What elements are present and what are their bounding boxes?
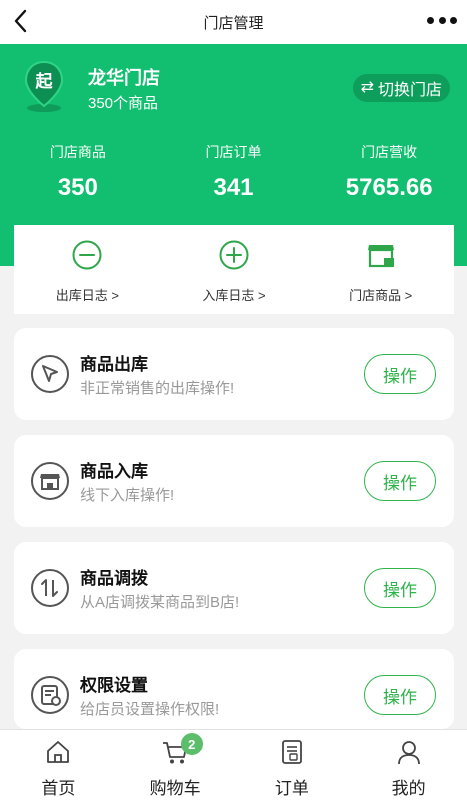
- stat-orders[interactable]: 门店订单 341: [156, 140, 312, 202]
- bottom-tabbar: 首页 2 购物车 订单 我的: [0, 729, 467, 800]
- tab-home[interactable]: 首页: [0, 730, 117, 800]
- switch-store-button[interactable]: ⇄ 切换门店: [352, 74, 450, 102]
- cart-badge: 2: [180, 733, 203, 755]
- action-desc: 非正常销售的出库操作!: [80, 380, 235, 397]
- more-dots-icon[interactable]: [427, 10, 457, 30]
- top-navbar: 门店管理: [0, 0, 467, 44]
- action-desc: 线下入库操作!: [80, 487, 175, 504]
- logo-text: 起: [35, 71, 54, 92]
- inbound-log-link[interactable]: 入库日志 >: [161, 225, 308, 314]
- store-stats: 门店商品 350 门店订单 341 门店营收 5765.66: [0, 140, 467, 202]
- stat-label: 门店营收: [361, 144, 418, 160]
- operate-button[interactable]: 操作: [364, 568, 436, 608]
- minus-circle-icon: [72, 240, 102, 270]
- shop-icon: [367, 245, 394, 268]
- home-icon: [47, 741, 70, 763]
- tab-label: 我的: [391, 779, 426, 798]
- operate-button[interactable]: 操作: [364, 461, 436, 501]
- stat-value: 5765.66: [345, 174, 433, 201]
- stat-value: 350: [57, 174, 98, 201]
- tab-label: 首页: [41, 779, 76, 798]
- action-title: 商品入库: [80, 462, 148, 481]
- page-title: 门店管理: [203, 14, 264, 32]
- quick-link-label: 出库日志 >: [55, 288, 119, 303]
- tab-mine[interactable]: 我的: [350, 730, 467, 800]
- stat-label: 门店订单: [205, 144, 262, 160]
- plus-circle-icon: [219, 240, 249, 270]
- action-card-outbound: 商品出库 非正常销售的出库操作! 操作: [14, 328, 454, 420]
- action-title: 商品出库: [80, 355, 148, 374]
- outbound-log-link[interactable]: 出库日志 >: [14, 225, 161, 314]
- permission-icon: [31, 676, 69, 714]
- quick-link-label: 门店商品 >: [349, 288, 413, 303]
- chevron-left-icon[interactable]: [10, 8, 32, 34]
- quick-link-label: 入库日志 >: [202, 288, 266, 303]
- action-desc: 给店员设置操作权限!: [80, 701, 220, 718]
- stat-revenue[interactable]: 门店营收 5765.66: [311, 140, 467, 202]
- stat-value: 341: [213, 174, 254, 201]
- transfer-icon: [31, 569, 69, 607]
- action-title: 权限设置: [80, 676, 148, 695]
- action-card-transfer: 商品调拨 从A店调拨某商品到B店! 操作: [14, 542, 454, 634]
- store-logo: 起: [24, 60, 64, 114]
- store-name: 龙华门店: [88, 68, 160, 88]
- switch-icon: ⇄: [360, 79, 374, 96]
- action-card-inbound: 商品入库 线下入库操作! 操作: [14, 435, 454, 527]
- store-icon: [31, 462, 69, 500]
- tab-label: 购物车: [149, 779, 201, 798]
- tab-orders[interactable]: 订单: [234, 730, 351, 800]
- tab-label: 订单: [274, 779, 309, 798]
- operate-button[interactable]: 操作: [364, 354, 436, 394]
- store-product-count: 350个商品: [88, 95, 159, 112]
- stat-label: 门店商品: [49, 144, 106, 160]
- cursor-icon: [31, 355, 69, 393]
- switch-store-label: 切换门店: [377, 82, 442, 99]
- quick-links: 出库日志 > 入库日志 > 门店商品 >: [14, 225, 454, 314]
- operate-button[interactable]: 操作: [364, 675, 436, 715]
- user-icon: [397, 741, 420, 765]
- stat-products[interactable]: 门店商品 350: [0, 140, 156, 202]
- order-icon: [281, 740, 302, 764]
- action-card-permission: 权限设置 给店员设置操作权限! 操作: [14, 649, 454, 729]
- store-products-link[interactable]: 门店商品 >: [307, 225, 454, 314]
- action-title: 商品调拨: [80, 569, 148, 588]
- action-desc: 从A店调拨某商品到B店!: [80, 594, 240, 611]
- tab-cart[interactable]: 2 购物车: [117, 730, 234, 800]
